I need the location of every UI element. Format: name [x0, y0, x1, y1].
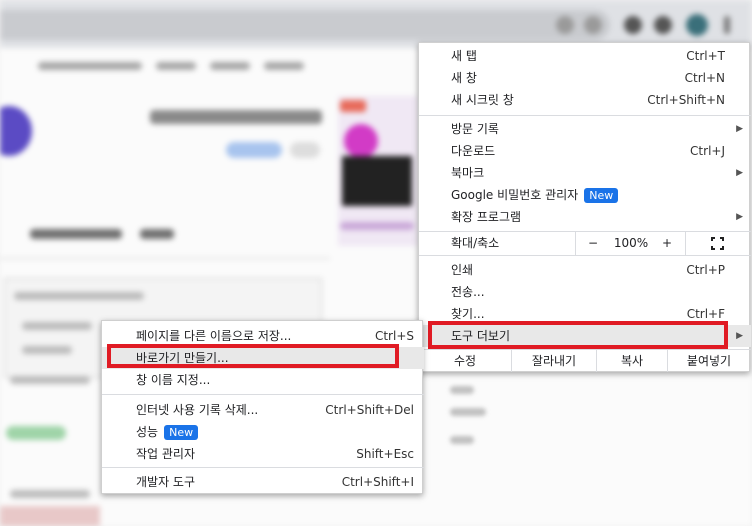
menu-item-new-tab[interactable]: 새 탭 Ctrl+T [419, 45, 751, 67]
tag-chip [6, 426, 66, 440]
text-line [14, 292, 144, 300]
menu-item-shortcut: Ctrl+N [684, 71, 725, 85]
new-badge: New [584, 188, 619, 203]
submenu-item-shortcut: Shift+Esc [356, 447, 414, 461]
blurred-menu-item [450, 386, 474, 394]
divider [0, 258, 330, 259]
new-badge: New [164, 425, 199, 440]
breadcrumb [38, 58, 328, 72]
submenu-item-label: 성능 [136, 425, 159, 439]
submenu-item-name-window[interactable]: 창 이름 지정... [102, 369, 424, 391]
text-line [22, 322, 92, 330]
submenu-item-shortcut: Ctrl+Shift+Del [325, 403, 414, 417]
menu-item-shortcut: Ctrl+T [686, 49, 725, 63]
menu-item-new-incognito-window[interactable]: 새 시크릿 창 Ctrl+Shift+N [419, 89, 751, 111]
fullscreen-icon[interactable] [711, 237, 724, 250]
submenu-item-developer-tools[interactable]: 개발자 도구 Ctrl+Shift+I [102, 471, 424, 493]
submenu-divider [102, 467, 424, 468]
menu-item-shortcut: Ctrl+P [686, 263, 725, 277]
zoom-divider [575, 231, 576, 255]
submenu-item-label: 인터넷 사용 기록 삭제... [136, 403, 259, 417]
menu-item-new-window[interactable]: 새 창 Ctrl+N [419, 67, 751, 89]
status-chip [226, 142, 282, 158]
submenu-item-label-wrap: 성능 New [136, 421, 199, 443]
footer-strip [0, 506, 100, 526]
menu-item-label: 다운로드 [451, 144, 496, 158]
menu-item-bookmarks[interactable]: 북마크 ▶ [419, 162, 751, 184]
profile-avatar [686, 14, 708, 36]
sidebar-icon [654, 16, 672, 34]
submenu-divider [102, 394, 424, 395]
zoom-row: 확대/축소 − 100% + [419, 231, 751, 255]
submenu-item-label: 작업 관리자 [136, 447, 196, 461]
kebab-menu-icon [724, 16, 730, 34]
highlight-more-tools [428, 321, 728, 349]
menu-item-label: 인쇄 [451, 263, 474, 277]
share-icon [556, 16, 574, 34]
submenu-item-task-manager[interactable]: 작업 관리자 Shift+Esc [102, 443, 424, 465]
submenu-arrow-icon: ▶ [736, 212, 743, 222]
submenu-item-label: 창 이름 지정... [136, 373, 211, 387]
menu-item-shortcut: Ctrl+J [690, 144, 725, 158]
ad-image [344, 124, 378, 158]
menu-item-label: 북마크 [451, 166, 485, 180]
menu-item-label-wrap: Google 비밀번호 관리자 New [451, 184, 619, 206]
menu-item-label: 새 창 [451, 71, 477, 85]
submenu-arrow-icon: ▶ [736, 124, 743, 134]
menu-item-history[interactable]: 방문 기록 ▶ [419, 118, 751, 140]
submenu-arrow-icon: ▶ [736, 168, 743, 178]
menu-item-shortcut: Ctrl+Shift+N [647, 93, 725, 107]
menu-item-label: 방문 기록 [451, 122, 499, 136]
ad-banner [342, 156, 412, 206]
text-line [10, 490, 90, 498]
blurred-menu-item [450, 436, 474, 444]
menu-item-password-manager[interactable]: Google 비밀번호 관리자 New [419, 184, 751, 206]
menu-item-label: 전송... [451, 285, 485, 299]
submenu-item-clear-browsing-data[interactable]: 인터넷 사용 기록 삭제... Ctrl+Shift+Del [102, 399, 424, 421]
cut-button[interactable]: 잘라내기 [512, 350, 596, 372]
page-tabs [30, 228, 210, 246]
ad-logo [340, 100, 366, 112]
text-line [10, 376, 90, 384]
menu-divider [419, 115, 751, 116]
text-line [22, 346, 72, 354]
highlight-create-shortcut [107, 344, 399, 368]
zoom-level: 100% [613, 236, 649, 250]
menu-item-downloads[interactable]: 다운로드 Ctrl+J [419, 140, 751, 162]
ad-caption [340, 222, 414, 230]
zoom-in-button[interactable]: + [655, 231, 679, 255]
zoom-out-button[interactable]: − [581, 231, 605, 255]
menu-item-label: 확장 프로그램 [451, 210, 522, 224]
edit-label: 수정 [453, 354, 477, 368]
submenu-item-performance[interactable]: 성능 New [102, 421, 424, 443]
extension-icon [624, 16, 642, 34]
menu-item-label: Google 비밀번호 관리자 [451, 188, 579, 202]
paste-button[interactable]: 붙여넣기 [668, 350, 750, 372]
submenu-arrow-icon: ▶ [736, 331, 743, 341]
menu-item-label: 새 시크릿 창 [451, 93, 514, 107]
blurred-menu-item [450, 408, 486, 416]
menu-item-label: 새 탭 [451, 49, 477, 63]
copy-button[interactable]: 복사 [597, 350, 667, 372]
menu-item-extensions[interactable]: 확장 프로그램 ▶ [419, 206, 751, 228]
zoom-divider [685, 231, 686, 255]
secondary-chip [290, 142, 320, 158]
submenu-item-shortcut: Ctrl+Shift+I [341, 475, 414, 489]
menu-item-cast[interactable]: 전송... [419, 281, 751, 303]
menu-item-print[interactable]: 인쇄 Ctrl+P [419, 259, 751, 281]
address-bar [0, 10, 610, 40]
edit-row: 수정 잘라내기 복사 붙여넣기 [419, 350, 751, 372]
post-title [150, 110, 322, 124]
bookmark-star-icon [584, 16, 602, 34]
submenu-item-label: 개발자 도구 [136, 475, 196, 489]
zoom-label: 확대/축소 [451, 236, 500, 250]
menu-divider [419, 255, 751, 256]
